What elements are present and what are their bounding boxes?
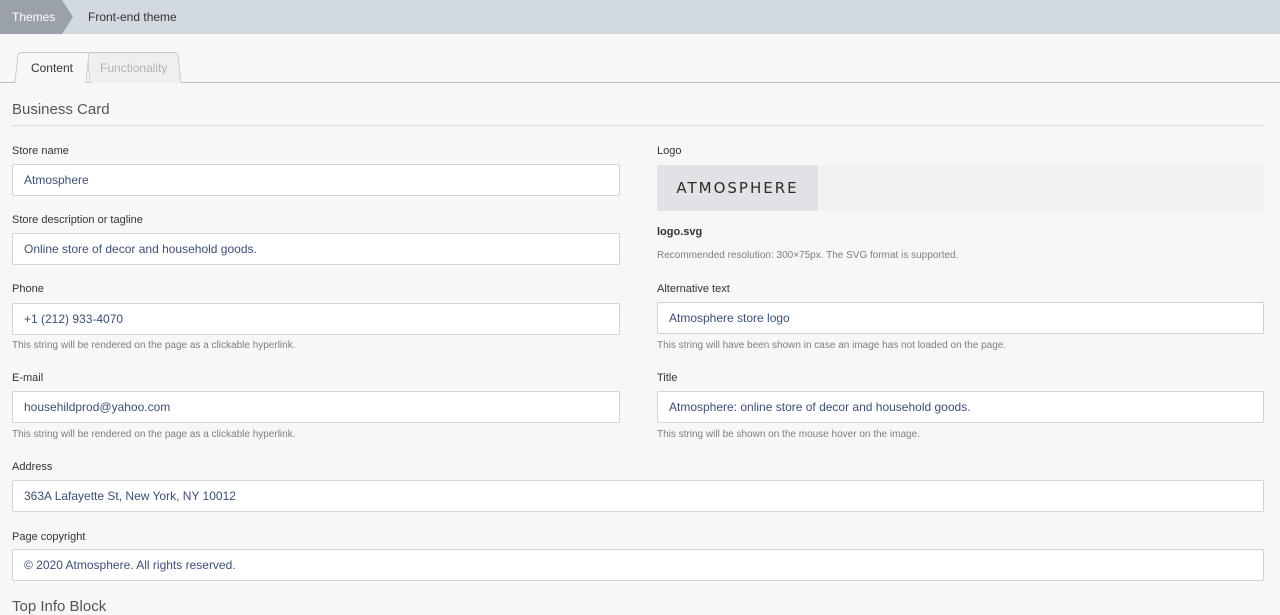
copyright-input[interactable]: © 2020 Atmosphere. All rights reserved. [12, 549, 1264, 581]
breadcrumb: Themes Front-end theme [0, 0, 1280, 34]
tab-content[interactable]: Content [14, 52, 90, 83]
phone-label: Phone [12, 283, 44, 295]
breadcrumb-themes-link[interactable]: Themes [0, 0, 62, 34]
tabs-divider [0, 82, 1280, 83]
tab-functionality-label: Functionality [100, 61, 168, 75]
phone-input[interactable]: +1 (212) 933-4070 [12, 303, 620, 335]
tab-content-label: Content [30, 61, 73, 75]
email-input[interactable]: househildprod@yahoo.com [12, 391, 620, 423]
email-label: E-mail [12, 372, 44, 384]
alt-text-label: Alternative text [657, 283, 730, 295]
store-name-label: Store name [12, 145, 69, 157]
logo-filename: logo.svg [657, 226, 703, 238]
address-input[interactable]: 363A Lafayette St, New York, NY 10012 [12, 480, 1264, 512]
store-name-input[interactable]: Atmosphere [12, 164, 620, 196]
tagline-label: Store description or tagline [12, 214, 143, 226]
active-tab-gap [18, 82, 84, 84]
tab-functionality[interactable]: Functionality [86, 52, 182, 83]
alt-text-input[interactable]: Atmosphere store logo [657, 302, 1264, 334]
copyright-label: Page copyright [12, 531, 86, 543]
tagline-input[interactable]: Online store of decor and household good… [12, 233, 620, 265]
logo-hint: Recommended resolution: 300×75px. The SV… [657, 250, 959, 261]
logo-label: Logo [657, 145, 682, 157]
title-input[interactable]: Atmosphere: online store of decor and ho… [657, 391, 1264, 423]
phone-hint: This string will be rendered on the page… [12, 340, 296, 351]
section-divider [12, 125, 1264, 126]
next-section-title: Top Info Block [12, 598, 107, 615]
alt-text-hint: This string will have been shown in case… [657, 340, 1007, 351]
address-label: Address [12, 461, 53, 473]
email-hint: This string will be rendered on the page… [12, 429, 296, 440]
title-label: Title [657, 372, 678, 384]
section-title: Business Card [12, 101, 110, 118]
breadcrumb-separator [62, 0, 73, 34]
breadcrumb-current: Front-end theme [88, 10, 177, 24]
title-hint: This string will be shown on the mouse h… [657, 429, 920, 440]
logo-preview[interactable]: ATMOSPHERE [657, 165, 818, 211]
